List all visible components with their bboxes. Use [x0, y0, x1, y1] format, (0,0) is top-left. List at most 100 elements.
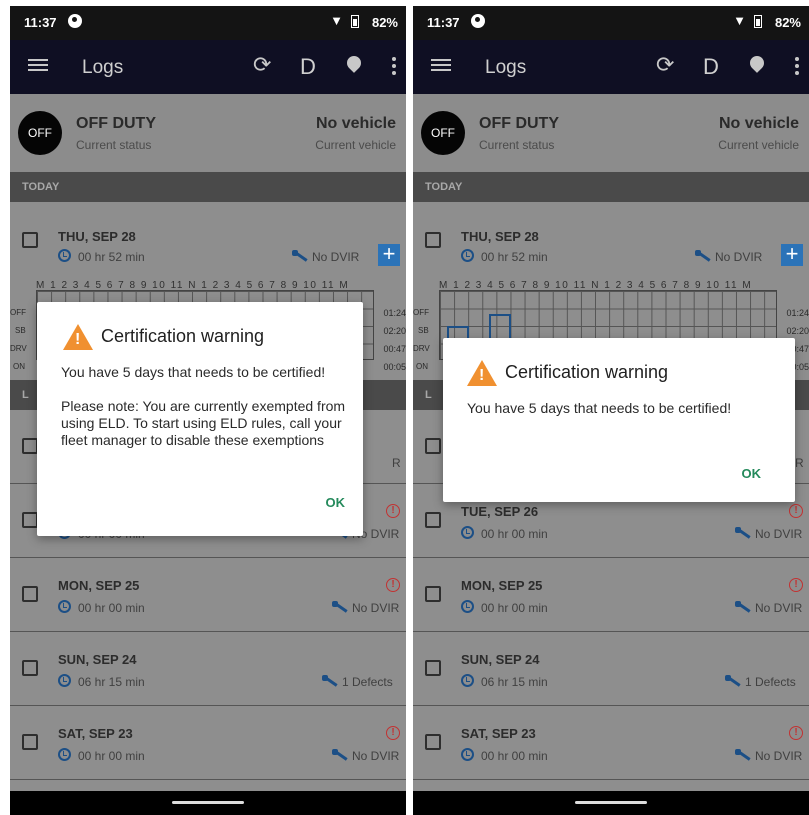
log-duration: 00 hr 00 min	[78, 601, 145, 615]
dvir-status: No DVIR	[715, 250, 763, 264]
wrench-icon	[725, 675, 741, 687]
dvir-status: 1 Defects	[342, 675, 393, 689]
log-duration: 06 hr 15 min	[481, 675, 548, 689]
log-duration: 00 hr 52 min	[481, 250, 548, 264]
vehicle-status-label: Current vehicle	[315, 138, 396, 152]
dvir-status: No DVIR	[755, 749, 803, 763]
warning-icon: !	[386, 504, 400, 518]
select-checkbox[interactable]	[22, 660, 38, 676]
wrench-icon	[695, 250, 711, 262]
certification-warning-dialog: Certification warning You have 5 days th…	[37, 302, 363, 536]
location-pin-icon[interactable]	[747, 53, 767, 73]
sync-icon[interactable]: ⟳	[656, 52, 674, 78]
add-dvir-button[interactable]: +	[378, 243, 400, 266]
warning-triangle-icon	[467, 360, 497, 386]
current-status-row[interactable]: OFF OFF DUTY Current status No vehicle C…	[10, 94, 406, 172]
home-gesture-pill[interactable]	[172, 801, 244, 804]
duty-status: OFF DUTY	[76, 115, 156, 132]
grid-label-off: OFF	[413, 308, 429, 317]
grid-total-sb: 02:20	[383, 326, 406, 336]
log-duration: 00 hr 00 min	[481, 527, 548, 541]
log-duration: 00 hr 00 min	[78, 749, 145, 763]
grid-total-sb: 02:20	[786, 326, 809, 336]
clock-time: 11:37	[24, 15, 57, 30]
add-dvir-button[interactable]: +	[781, 243, 803, 266]
select-checkbox[interactable]	[425, 660, 441, 676]
more-options-icon[interactable]	[795, 57, 799, 78]
grid-total-on: 00:05	[383, 362, 406, 372]
location-pin-icon[interactable]	[344, 53, 364, 73]
menu-icon[interactable]	[431, 56, 451, 76]
log-date: THU, SEP 28	[58, 229, 136, 244]
wrench-icon	[735, 749, 751, 761]
log-row[interactable]: MON, SEP 25 ! 00 hr 00 min No DVIR	[413, 558, 809, 632]
d-button[interactable]: D	[300, 54, 316, 80]
select-checkbox[interactable]	[425, 232, 441, 248]
status-bar: 11:37 ▼ 82%	[10, 6, 406, 40]
select-checkbox[interactable]	[22, 586, 38, 602]
duty-status-label: Current status	[479, 138, 555, 152]
grid-label-on: ON	[416, 362, 428, 371]
dialog-note: Please note: You are currently exempted …	[61, 398, 346, 448]
log-duration: 00 hr 00 min	[481, 601, 548, 615]
battery-percent: 82%	[371, 15, 398, 30]
clock-icon	[461, 600, 474, 613]
d-button[interactable]: D	[703, 54, 719, 80]
certification-warning-dialog: Certification warning You have 5 days th…	[443, 338, 795, 502]
dvir-status: No DVIR	[755, 527, 803, 541]
grid-total-off: 01:24	[383, 308, 406, 318]
warning-icon: !	[789, 578, 803, 592]
off-duty-badge: OFF	[421, 111, 465, 155]
battery-icon	[754, 15, 762, 28]
page-title: Logs	[485, 57, 527, 78]
dialog-title: Certification warning	[505, 362, 669, 382]
app-bar: Logs ⟳ D	[10, 40, 406, 94]
off-duty-badge: OFF	[18, 111, 62, 155]
ok-button[interactable]: OK	[326, 495, 346, 510]
warning-icon: !	[789, 504, 803, 518]
section-partial-letter: L	[425, 389, 432, 401]
log-row[interactable]: SAT, SEP 23 ! 00 hr 00 min No DVIR	[413, 706, 809, 780]
select-checkbox[interactable]	[425, 438, 441, 454]
select-checkbox[interactable]	[22, 438, 38, 454]
left-screen: 11:37 ▼ 82% Logs ⟳ D OFF OFF DUTY Curren…	[10, 6, 406, 815]
menu-icon[interactable]	[28, 56, 48, 76]
ok-button[interactable]: OK	[742, 466, 762, 481]
log-row[interactable]: SAT, SEP 23 ! 00 hr 00 min No DVIR	[10, 706, 406, 780]
log-row[interactable]: MON, SEP 25 ! 00 hr 00 min No DVIR	[10, 558, 406, 632]
select-checkbox[interactable]	[22, 232, 38, 248]
more-options-icon[interactable]	[392, 57, 396, 78]
select-checkbox[interactable]	[425, 512, 441, 528]
current-status-row[interactable]: OFF OFF DUTY Current status No vehicle C…	[413, 94, 809, 172]
sync-icon[interactable]: ⟳	[253, 52, 271, 78]
dialog-title: Certification warning	[101, 326, 265, 346]
log-date: SAT, SEP 23	[461, 726, 536, 741]
warning-icon: !	[386, 578, 400, 592]
clock-icon	[58, 249, 71, 262]
status-bar: 11:37 ▼ 82%	[413, 6, 809, 40]
dvir-partial: R	[795, 456, 804, 470]
clock-icon	[461, 526, 474, 539]
wifi-icon: ▼	[733, 13, 746, 28]
battery-percent: 82%	[774, 15, 801, 30]
log-date: TUE, SEP 26	[461, 504, 539, 519]
select-checkbox[interactable]	[425, 586, 441, 602]
notification-icon	[68, 14, 82, 28]
grid-label-off: OFF	[10, 308, 26, 317]
warning-icon: !	[386, 726, 400, 740]
dvir-status: No DVIR	[352, 749, 400, 763]
select-checkbox[interactable]	[22, 734, 38, 750]
home-gesture-pill[interactable]	[575, 801, 647, 804]
clock-time: 11:37	[427, 15, 460, 30]
log-row[interactable]: SUN, SEP 24 06 hr 15 min 1 Defects	[10, 632, 406, 706]
log-duration: 00 hr 00 min	[481, 749, 548, 763]
navigation-bar	[10, 791, 406, 815]
app-bar: Logs ⟳ D	[413, 40, 809, 94]
section-partial-letter: L	[22, 389, 29, 401]
select-checkbox[interactable]	[425, 734, 441, 750]
grid-total-drv: 00:47	[383, 344, 406, 354]
dvir-status: No DVIR	[352, 601, 400, 615]
select-checkbox[interactable]	[22, 512, 38, 528]
log-row[interactable]: SUN, SEP 24 06 hr 15 min 1 Defects	[413, 632, 809, 706]
section-today: TODAY	[413, 172, 809, 202]
